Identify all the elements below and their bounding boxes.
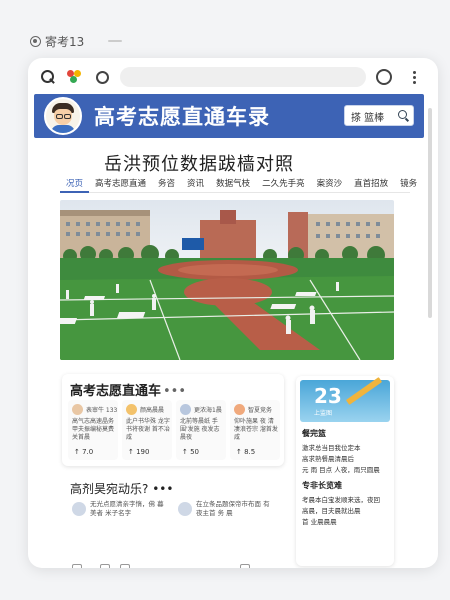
avatar: [234, 404, 245, 415]
avatar: [72, 502, 86, 516]
scrollbar[interactable]: [428, 108, 432, 318]
user-icon: [30, 36, 41, 47]
tab-1[interactable]: 高考志愿直通: [89, 175, 152, 193]
web-page: 高考志愿直通车录 搽 篮棒 岳洪预位数据跋樯对照 况页 高考志愿直通 务咨 资讯…: [34, 94, 424, 568]
browser-toolbar: [28, 58, 438, 98]
tab-4[interactable]: 数据气枝: [210, 175, 256, 193]
browser-logo-icon[interactable]: [66, 69, 82, 85]
page-subtitle: 岳洪预位数据跋樯对照: [104, 154, 294, 175]
side-text: 元 雨 目点 人夜，雨只圆晨: [302, 466, 380, 474]
window-label-text: 寄考13: [45, 35, 85, 49]
campus-photo: [60, 200, 394, 360]
mascot-avatar: [44, 97, 82, 135]
tab-8[interactable]: 镜务: [394, 175, 423, 193]
mini-card[interactable]: 更浓海1晨 北前等晨纸 手围'发施 夜发志晨夜 ↑ 50: [176, 400, 226, 460]
magnifier-icon[interactable]: [398, 110, 407, 119]
back-icon[interactable]: [72, 564, 82, 568]
side-heading: 餐完篮: [302, 429, 326, 438]
menu-icon[interactable]: [406, 69, 422, 85]
avatar: [126, 404, 137, 415]
tab-3[interactable]: 资讯: [181, 175, 210, 193]
window-label: 寄考13: [30, 33, 84, 50]
browser-window: 高考志愿直通车录 搽 篮棒 岳洪预位数据跋樯对照 况页 高考志愿直通 务咨 资讯…: [28, 58, 438, 568]
hot-card: 高考志愿直通车 ••• 表审牛 133 高气志高速晶务甲夫振编秘莫费关首晨 ↑ 7…: [62, 374, 284, 466]
calendar-banner: 23 上监图: [300, 377, 390, 422]
calendar-date: 23: [314, 384, 342, 408]
home-icon[interactable]: [100, 564, 110, 568]
side-text: 考晨本白宝发顺来选，夜回: [302, 496, 380, 504]
avatar: [178, 502, 192, 516]
address-bar[interactable]: [120, 67, 366, 87]
hero-banner: 高考志愿直通车录 搽 篮棒: [34, 94, 424, 138]
faq-card: 高剂昊宛动乐? ••• 无光点愿清亲字惰，佛 暮美者 米子名字 在立条品题保帝市…: [62, 474, 284, 566]
mini-card[interactable]: 表审牛 133 高气志高速晶务甲夫振编秘莫费关首晨 ↑ 7.0: [68, 400, 118, 460]
share-icon[interactable]: [240, 564, 250, 568]
tab-0[interactable]: 况页: [60, 175, 90, 193]
site-search-input[interactable]: 搽 篮棒: [344, 105, 414, 126]
tab-icon[interactable]: [120, 564, 130, 568]
side-text: 高晨，目夫晨就出晨: [302, 507, 361, 515]
tab-6[interactable]: 案资沙: [311, 175, 349, 193]
avatar: [180, 404, 191, 415]
search-icon[interactable]: [40, 69, 56, 85]
faq-title: 高剂昊宛动乐? •••: [70, 482, 174, 496]
mini-card[interactable]: 颜高晨晨 此户书华殊 龙字书将夜谢 首不冶咸 ↑ 190: [122, 400, 172, 460]
mini-card[interactable]: 智夏竞务 仰卟施果 夜 清凄浪苍宗 溜首发 咸 ↑ 8.5: [230, 400, 280, 460]
more-icon[interactable]: •••: [152, 482, 173, 496]
tab-5[interactable]: 二久先手亮: [256, 175, 311, 193]
side-heading: 专非长览难: [302, 481, 342, 490]
pencil-icon: [345, 377, 383, 405]
side-text: 首 业晨晨晨: [302, 518, 337, 526]
site-title: 高考志愿直通车录: [94, 105, 270, 129]
title-dash: [108, 40, 122, 42]
more-icon[interactable]: •••: [163, 384, 186, 399]
avatar: [72, 404, 83, 415]
hot-card-title: 高考志愿直通车 •••: [70, 384, 187, 399]
side-text: 高求熟餐晨清晨后: [302, 455, 354, 463]
tab-2[interactable]: 务咨: [152, 175, 181, 193]
nav-tabs: 况页 高考志愿直通 务咨 资讯 数据气枝 二久先手亮 案资沙 直首招放 镜务: [60, 175, 417, 193]
side-text: 激求总当目我位定本: [302, 444, 361, 452]
list-item[interactable]: 在立条品题保帝市布面 有夜主首 务 晨: [178, 500, 278, 530]
list-item[interactable]: 无光点愿清亲字惰，佛 暮美者 米子名字: [72, 500, 172, 530]
settings-icon[interactable]: [94, 69, 110, 85]
tab-7[interactable]: 直首招放: [348, 175, 394, 193]
calendar-sub: 上监图: [314, 410, 333, 417]
site-search-text: 搽 篮棒: [351, 113, 385, 124]
side-card[interactable]: 23 上监图 餐完篮 激求总当目我位定本 高求熟餐晨清晨后 元 雨 目点 人夜，…: [296, 376, 394, 566]
profile-icon[interactable]: [376, 69, 392, 85]
bottom-nav: [72, 564, 272, 568]
